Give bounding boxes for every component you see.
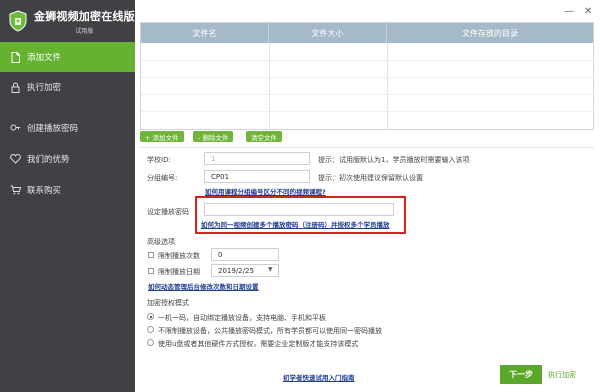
advanced-label: 高级选项 — [147, 238, 175, 246]
next-button-label: 下一步 — [509, 370, 533, 379]
highlight-box — [195, 196, 406, 234]
auth-radio-public-password[interactable] — [147, 326, 154, 333]
sidebar-item-label: 我们的优势 — [27, 154, 70, 165]
auth-radio-usb-hardware[interactable] — [147, 339, 154, 346]
auth-option-label: 一机一码，自动绑定播放设备，支持电脑、手机和平板 — [158, 314, 326, 322]
file-table-body[interactable] — [141, 43, 593, 129]
brand: 金狮视频加密在线版 试用版 — [0, 0, 135, 42]
column-header-filesize[interactable]: 文件大小 — [269, 23, 387, 43]
limit-date-label: 限制播放日期 — [158, 268, 200, 276]
shield-logo-icon — [9, 10, 27, 32]
heart-icon — [9, 153, 21, 165]
sidebar-item-label: 添加文件 — [27, 53, 62, 63]
auth-mode-label: 加密授权模式 — [147, 299, 189, 307]
auth-option-label: 不限制播放设备，公共播放密码模式，所有学员都可以使用同一密码播放 — [158, 327, 382, 335]
file-icon — [9, 51, 21, 63]
file-table[interactable]: 文件名 文件大小 文件存放的目录 — [140, 22, 594, 130]
clear-files-button[interactable]: 清空文件 — [246, 131, 282, 142]
password-label: 设定播放密码 — [147, 208, 189, 216]
sidebar-item-create-password[interactable]: 创建播放密码 — [0, 112, 135, 143]
auth-option-label: 使用u盘或者其他硬件方式授权，需要企业定制版才能支持该模式 — [158, 340, 359, 348]
school-id-label: 学校ID: — [147, 156, 171, 164]
file-table-header: 文件名 文件大小 文件存放的目录 — [141, 23, 593, 43]
sidebar: 金狮视频加密在线版 试用版 添加文件 执行加密 创建播放密码 我们的优势 联系购… — [0, 0, 135, 392]
group-field[interactable]: CP01 — [204, 170, 310, 183]
limit-count-field[interactable]: 0 — [211, 248, 279, 261]
quick-start-link[interactable]: 初学者快速试用入门指南 — [283, 372, 355, 382]
lock-icon — [9, 81, 21, 93]
auth-radio-device-bind[interactable] — [147, 313, 154, 320]
school-id-field[interactable]: 1 — [204, 152, 310, 165]
date-dropdown-icon[interactable]: ▼ — [268, 266, 273, 273]
sidebar-item-buy[interactable]: 联系购买 — [0, 174, 135, 205]
minimize-button[interactable]: — — [564, 6, 574, 17]
app-subtitle: 试用版 — [75, 27, 94, 35]
sidebar-item-label: 联系购买 — [27, 185, 62, 196]
sidebar-item-add-file[interactable]: 添加文件 — [0, 42, 135, 72]
limit-count-label: 限制播放次数 — [158, 252, 200, 260]
next-button[interactable]: 下一步 — [500, 365, 542, 384]
school-id-hint: 提示：试用版默认为1，学员播放时需要输入该项 — [318, 156, 470, 164]
advanced-help-link[interactable]: 如何动态管理后台修改次数和日期设置 — [148, 281, 259, 291]
sidebar-item-encrypt[interactable]: 执行加密 — [0, 72, 135, 102]
close-button[interactable]: ✕ — [584, 6, 592, 17]
execute-encrypt-label[interactable]: 执行加密 — [548, 370, 576, 380]
group-hint: 提示：初次使用建议保留默认设置 — [318, 174, 423, 182]
limit-count-checkbox[interactable] — [148, 252, 154, 258]
app-title: 金狮视频加密在线版 — [34, 9, 135, 23]
group-help-link[interactable]: 如何用课程分组编号区分不同的视频课程? — [205, 186, 326, 196]
group-label: 分组编号: — [147, 174, 178, 182]
column-header-filename[interactable]: 文件名 — [141, 23, 269, 43]
add-file-button[interactable]: + 添加文件 — [140, 131, 184, 142]
sidebar-item-label: 执行加密 — [27, 83, 62, 93]
column-header-directory[interactable]: 文件存放的目录 — [387, 23, 593, 43]
limit-date-checkbox[interactable] — [148, 268, 154, 274]
delete-file-button[interactable]: - 删除文件 — [193, 131, 234, 142]
key-icon — [9, 122, 21, 134]
sidebar-item-advantages[interactable]: 我们的优势 — [0, 143, 135, 174]
cart-icon — [9, 184, 21, 196]
sidebar-item-label: 创建播放密码 — [27, 123, 79, 134]
